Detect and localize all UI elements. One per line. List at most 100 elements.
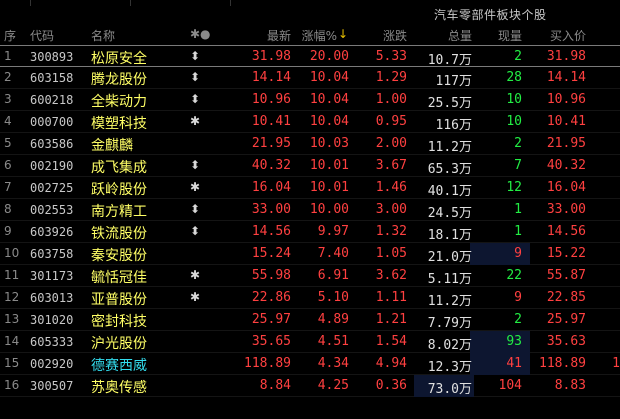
table-row[interactable]: 14 605333 沪光股份 35.65 4.51 1.54 8.02万 93 35.63 bbox=[0, 331, 620, 353]
change-amount: 3.62 bbox=[375, 268, 407, 283]
row-index: 1 bbox=[4, 49, 12, 63]
col-name[interactable]: 名称 bbox=[91, 27, 115, 44]
bid-price: 10.41 bbox=[546, 114, 586, 129]
total-volume: 11.2万 bbox=[427, 294, 472, 309]
total-volume: 24.5万 bbox=[427, 206, 472, 221]
table-row[interactable]: 9 603926 铁流股份 ⬍ 14.56 9.97 1.32 18.1万 1 14.56 bbox=[0, 221, 620, 243]
row-index: 11 bbox=[4, 268, 20, 282]
stock-mark-icon: ⬍ bbox=[190, 92, 201, 106]
current-volume: 1 bbox=[514, 202, 522, 217]
latest-price: 14.14 bbox=[251, 70, 291, 85]
latest-price: 55.98 bbox=[251, 268, 291, 283]
table-header: 序 代码 名称 ✱● 最新 涨幅% ↓ 涨跌 总量 现量 买入价 bbox=[0, 24, 620, 45]
bid-price: 33.00 bbox=[546, 202, 586, 217]
table-row[interactable]: 4 000700 模塑科技 ✱ 10.41 10.04 0.95 116万 10 10.41 bbox=[0, 111, 620, 133]
change-percent: 10.01 bbox=[309, 180, 349, 195]
col-code[interactable]: 代码 bbox=[30, 27, 54, 44]
total-volume: 116万 bbox=[435, 118, 472, 133]
current-volume: 22 bbox=[506, 268, 522, 283]
latest-price: 10.96 bbox=[251, 92, 291, 107]
current-volume: 28 bbox=[506, 70, 522, 85]
latest-price: 14.56 bbox=[251, 224, 291, 239]
table-row[interactable]: 10 603758 秦安股份 15.24 7.40 1.05 21.0万 9 15.22 bbox=[0, 243, 620, 265]
bid-price: 40.32 bbox=[546, 158, 586, 173]
stock-code: 300507 bbox=[30, 379, 74, 393]
stock-name: 亚普股份 bbox=[91, 292, 147, 308]
stock-name: 金麒麟 bbox=[91, 138, 133, 154]
current-volume: 9 bbox=[514, 290, 522, 305]
latest-price: 40.32 bbox=[251, 158, 291, 173]
bid-price: 14.56 bbox=[546, 224, 586, 239]
row-index: 9 bbox=[4, 224, 12, 238]
table-row[interactable]: 13 301020 密封科技 25.97 4.89 1.21 7.79万 2 25.97 bbox=[0, 309, 620, 331]
stock-name: 跃岭股份 bbox=[91, 182, 147, 198]
table-row[interactable]: 15 002920 德赛西威 118.89 4.34 4.94 12.3万 41 118.89 1 bbox=[0, 353, 620, 375]
row-index: 13 bbox=[4, 312, 20, 326]
row-index: 7 bbox=[4, 180, 12, 194]
latest-price: 8.84 bbox=[259, 378, 291, 393]
change-amount: 1.54 bbox=[375, 334, 407, 349]
table-row[interactable]: 11 301173 毓恬冠佳 ✱ 55.98 6.91 3.62 5.11万 22 55.87 bbox=[0, 265, 620, 287]
table-row[interactable]: 7 002725 跃岭股份 ✱ 16.04 10.01 1.46 40.1万 12 16.04 bbox=[0, 177, 620, 199]
current-volume: 104 bbox=[498, 378, 522, 393]
change-amount: 1.05 bbox=[375, 246, 407, 261]
table-row[interactable]: 1 300893 松原安全 ⬍ 31.98 20.00 5.33 10.7万 2 31.98 bbox=[0, 45, 620, 68]
stock-name: 秦安股份 bbox=[91, 248, 147, 264]
stock-mark-icon: ⬍ bbox=[190, 224, 201, 238]
bid-price: 15.22 bbox=[546, 246, 586, 261]
stock-mark-icon: ✱ bbox=[190, 114, 201, 128]
row-index: 8 bbox=[4, 202, 12, 216]
row-index: 2 bbox=[4, 70, 12, 84]
stock-mark-icon: ⬍ bbox=[190, 158, 201, 172]
table-row[interactable]: 8 002553 南方精工 ⬍ 33.00 10.00 3.00 24.5万 1 33.00 bbox=[0, 199, 620, 221]
total-volume: 40.1万 bbox=[427, 184, 472, 199]
col-change-pct[interactable]: 涨幅% bbox=[302, 27, 337, 44]
stock-name: 成飞集成 bbox=[91, 160, 147, 176]
stock-mark-icon: ⬍ bbox=[190, 49, 201, 63]
col-index[interactable]: 序 bbox=[4, 27, 16, 44]
stock-name: 全柴动力 bbox=[91, 94, 147, 110]
stock-code: 603926 bbox=[30, 225, 74, 239]
col-mark[interactable]: ✱● bbox=[190, 27, 211, 41]
bid-price: 8.83 bbox=[554, 378, 586, 393]
table-row[interactable]: 12 603013 亚普股份 ✱ 22.86 5.10 1.11 11.2万 9 22.85 bbox=[0, 287, 620, 309]
latest-price: 25.97 bbox=[251, 312, 291, 327]
change-percent: 10.00 bbox=[309, 202, 349, 217]
table-row[interactable]: 5 603586 金麒麟 21.95 10.03 2.00 11.2万 2 21.95 bbox=[0, 133, 620, 155]
table-row[interactable]: 6 002190 成飞集成 ⬍ 40.32 10.01 3.67 65.3万 7 40.32 bbox=[0, 155, 620, 177]
latest-price: 16.04 bbox=[251, 180, 291, 195]
stock-code: 002920 bbox=[30, 357, 74, 371]
bid-price: 14.14 bbox=[546, 70, 586, 85]
stock-name: 苏奥传感 bbox=[91, 380, 147, 396]
col-change[interactable]: 涨跌 bbox=[383, 27, 407, 44]
table-row[interactable]: 2 603158 腾龙股份 ⬍ 14.14 10.04 1.29 117万 28 14.14 bbox=[0, 67, 620, 89]
total-volume: 25.5万 bbox=[427, 96, 472, 111]
table-row[interactable]: 16 300507 苏奥传感 8.84 4.25 0.36 73.0万 104 8.83 bbox=[0, 375, 620, 397]
latest-price: 35.65 bbox=[251, 334, 291, 349]
latest-price: 118.89 bbox=[244, 356, 291, 371]
stock-code: 300893 bbox=[30, 50, 74, 64]
col-price[interactable]: 最新 bbox=[267, 27, 291, 44]
panel-title: 汽车零部件板块个股 bbox=[434, 8, 547, 22]
current-volume: 41 bbox=[506, 356, 522, 371]
change-percent: 10.04 bbox=[309, 114, 349, 129]
change-amount: 0.36 bbox=[375, 378, 407, 393]
change-amount: 3.00 bbox=[375, 202, 407, 217]
current-volume: 2 bbox=[514, 49, 522, 64]
col-current-volume[interactable]: 现量 bbox=[498, 27, 522, 44]
row-index: 3 bbox=[4, 92, 12, 106]
total-volume: 8.02万 bbox=[427, 338, 472, 353]
col-volume[interactable]: 总量 bbox=[448, 27, 472, 44]
col-bid[interactable]: 买入价 bbox=[550, 27, 586, 44]
bid-price: 55.87 bbox=[546, 268, 586, 283]
change-amount: 1.29 bbox=[375, 70, 407, 85]
table-row[interactable]: 3 600218 全柴动力 ⬍ 10.96 10.04 1.00 25.5万 10 10.96 bbox=[0, 89, 620, 111]
stock-name: 沪光股份 bbox=[91, 336, 147, 352]
row-index: 10 bbox=[4, 246, 20, 260]
stock-name: 模塑科技 bbox=[91, 116, 147, 132]
stock-table: 1 300893 松原安全 ⬍ 31.98 20.00 5.33 10.7万 2 31.98 2 60… bbox=[0, 45, 620, 397]
stock-name: 德赛西威 bbox=[91, 358, 147, 374]
change-amount: 5.33 bbox=[375, 49, 407, 64]
stock-mark-icon: ✱ bbox=[190, 290, 201, 304]
bid-price: 16.04 bbox=[546, 180, 586, 195]
